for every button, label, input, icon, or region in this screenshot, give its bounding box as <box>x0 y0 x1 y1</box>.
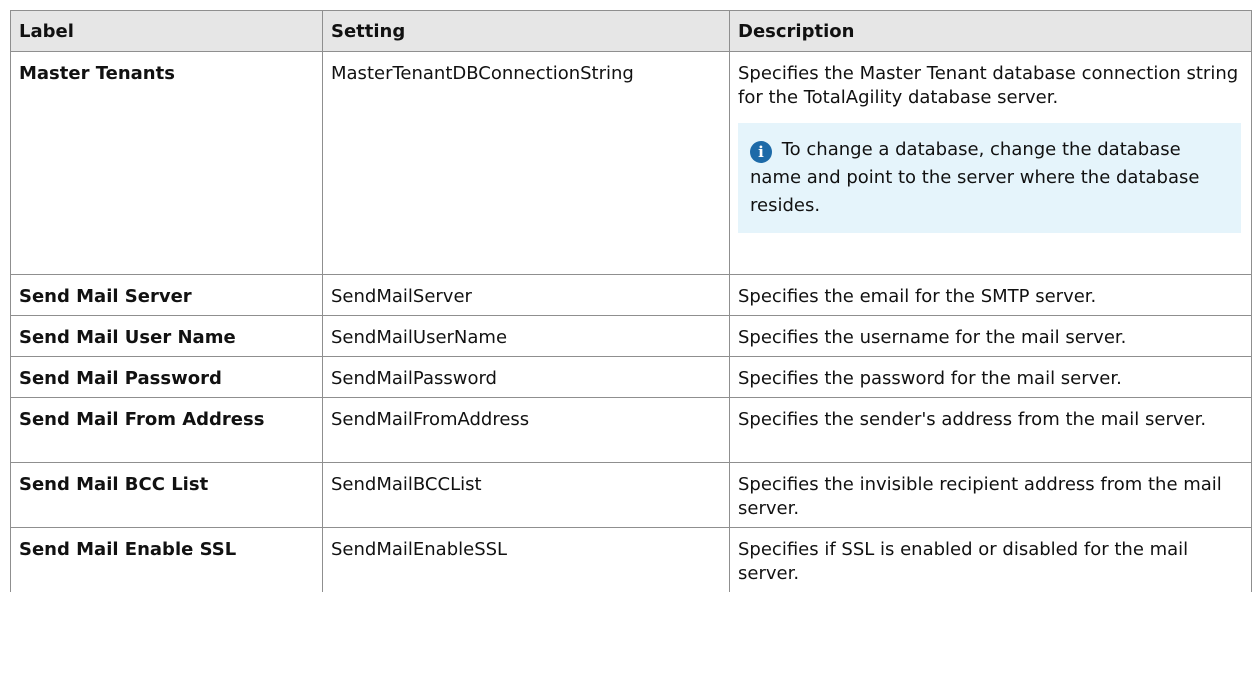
row-description: Specifies the Master Tenant database con… <box>738 63 1239 108</box>
row-description: Specifies the sender's address from the … <box>729 397 1252 463</box>
info-note-text: To change a database, change the databas… <box>750 139 1200 216</box>
row-description-cell: Specifies the Master Tenant database con… <box>729 51 1252 275</box>
row-label: Send Mail User Name <box>10 315 323 357</box>
row-setting: SendMailBCCList <box>322 462 730 528</box>
row-description: Specifies the username for the mail serv… <box>729 315 1252 357</box>
table-row-master-tenants: Master Tenants MasterTenantDBConnectionS… <box>10 51 1252 275</box>
table-row-send-mail-user-name: Send Mail User Name SendMailUserName Spe… <box>10 315 1252 357</box>
table-header-row: Label Setting Description <box>10 10 1252 52</box>
row-setting: SendMailEnableSSL <box>322 527 730 592</box>
row-setting: SendMailFromAddress <box>322 397 730 463</box>
column-header-label: Label <box>10 10 323 52</box>
table-row-send-mail-password: Send Mail Password SendMailPassword Spec… <box>10 356 1252 398</box>
column-header-setting: Setting <box>322 10 730 52</box>
row-description: Specifies the email for the SMTP server. <box>729 274 1252 316</box>
row-description: Specifies if SSL is enabled or disabled … <box>729 527 1252 592</box>
row-label: Send Mail From Address <box>10 397 323 463</box>
row-setting: MasterTenantDBConnectionString <box>322 51 730 275</box>
row-description: Specifies the invisible recipient addres… <box>729 462 1252 528</box>
row-label: Master Tenants <box>10 51 323 275</box>
row-label: Send Mail Password <box>10 356 323 398</box>
row-setting: SendMailPassword <box>322 356 730 398</box>
row-label: Send Mail BCC List <box>10 462 323 528</box>
info-note: i To change a database, change the datab… <box>738 123 1241 233</box>
table-row-send-mail-server: Send Mail Server SendMailServer Specifie… <box>10 274 1252 316</box>
row-description: Specifies the password for the mail serv… <box>729 356 1252 398</box>
settings-table: Label Setting Description Master Tenants… <box>10 10 1252 592</box>
row-label: Send Mail Server <box>10 274 323 316</box>
table-row-send-mail-from-address: Send Mail From Address SendMailFromAddre… <box>10 397 1252 463</box>
row-setting: SendMailServer <box>322 274 730 316</box>
row-label: Send Mail Enable SSL <box>10 527 323 592</box>
info-icon: i <box>750 141 772 163</box>
row-setting: SendMailUserName <box>322 315 730 357</box>
column-header-description: Description <box>729 10 1252 52</box>
table-row-send-mail-enable-ssl: Send Mail Enable SSL SendMailEnableSSL S… <box>10 527 1252 592</box>
table-row-send-mail-bcc-list: Send Mail BCC List SendMailBCCList Speci… <box>10 462 1252 528</box>
